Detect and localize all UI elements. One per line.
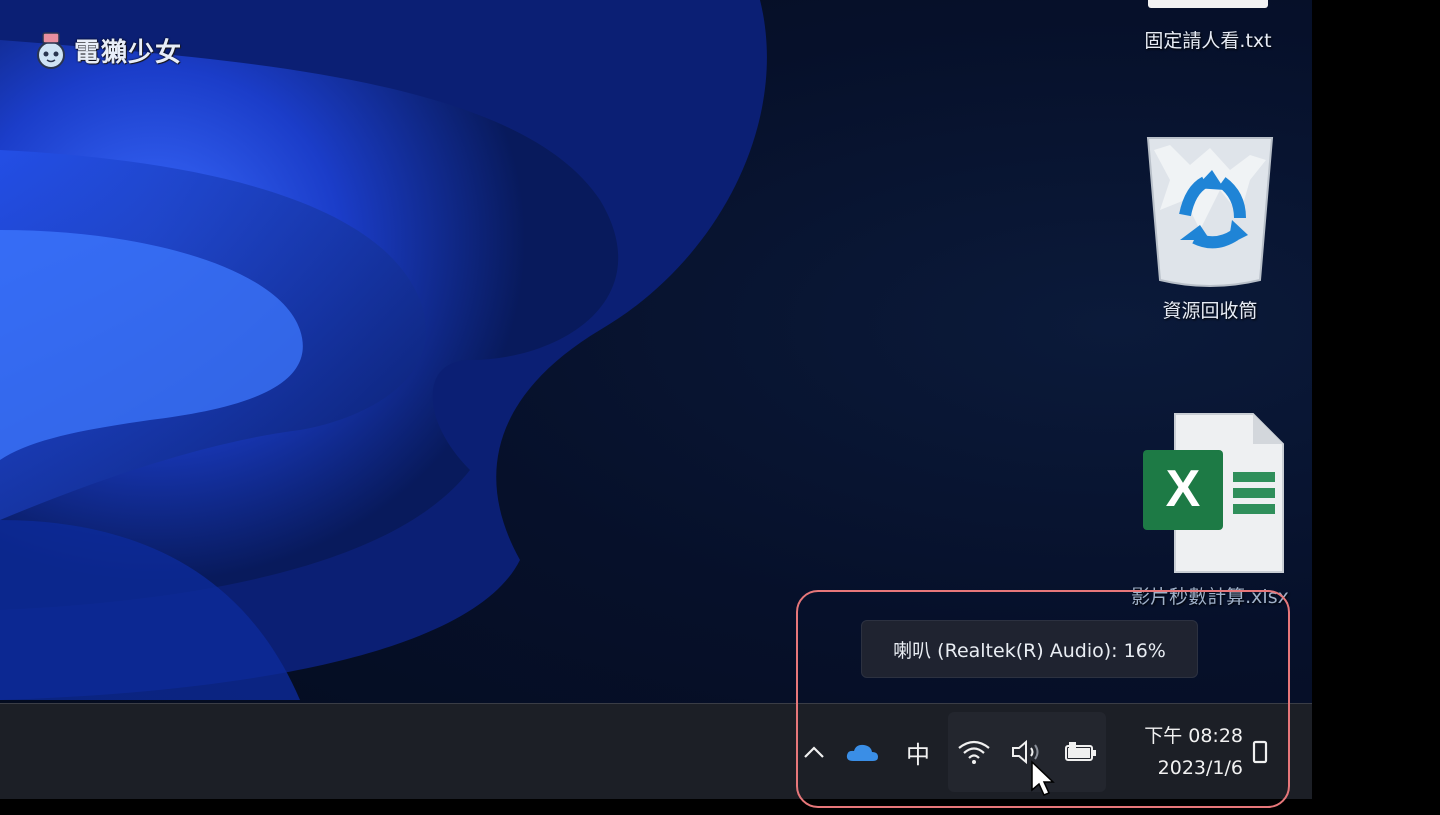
desktop-icon-txt-file[interactable]: 固定請人看.txt <box>1118 0 1298 53</box>
recycle-bin-icon <box>1146 137 1274 287</box>
desktop-icon-recycle-bin[interactable]: 資源回收筒 <box>1130 120 1290 323</box>
watermark-logo: 電獺少女 <box>32 30 182 70</box>
svg-text:X: X <box>1166 460 1201 518</box>
desktop-icon-label: 資源回收筒 <box>1162 300 1258 322</box>
excel-file-icon: X <box>1143 413 1284 573</box>
text-file-icon <box>1148 0 1268 8</box>
watermark-text: 電獺少女 <box>74 37 183 68</box>
mouse-cursor-icon <box>1031 760 1055 796</box>
otter-mascot-icon <box>37 32 65 69</box>
desktop-icon-excel-file[interactable]: X 影片秒數計算.xlsx <box>1100 410 1312 609</box>
desktop-icon-label: 固定請人看.txt <box>1144 30 1272 52</box>
screen-letterbox <box>1312 0 1440 815</box>
